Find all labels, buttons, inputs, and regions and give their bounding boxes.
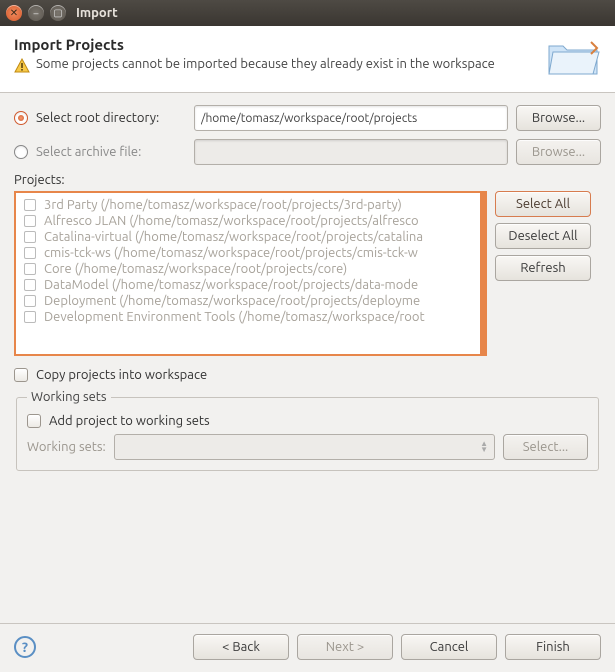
project-label: DataModel (/home/tomasz/workspace/root/p… [44,278,418,292]
project-label: Catalina-virtual (/home/tomasz/workspace… [44,230,423,244]
project-label: Alfresco JLAN (/home/tomasz/workspace/ro… [44,214,419,228]
dialog-body: Import Projects Some projects cannot be … [0,26,615,672]
warning-text: Some projects cannot be imported because… [36,57,495,71]
projects-label: Projects: [14,173,601,187]
chevron-updown-icon: ▲▼ [480,441,488,453]
projects-list[interactable]: 3rd Party (/home/tomasz/workspace/root/p… [14,191,487,356]
list-item[interactable]: 3rd Party (/home/tomasz/workspace/root/p… [18,197,483,213]
close-icon[interactable]: ✕ [6,5,22,21]
archive-label: Select archive file: [36,145,186,159]
workingsets-combo: ▲▼ [114,434,495,460]
footer: ? < Back Next > Cancel Finish [0,623,615,672]
project-checkbox[interactable] [24,263,36,275]
minimize-icon[interactable]: – [28,5,44,21]
root-dir-radio[interactable] [14,111,28,125]
next-button: Next > [297,634,393,660]
browse-archive-button: Browse... [516,139,601,165]
project-checkbox[interactable] [24,295,36,307]
browse-root-button[interactable]: Browse... [516,105,601,131]
cancel-button[interactable]: Cancel [401,634,497,660]
project-label: Core (/home/tomasz/workspace/root/projec… [44,262,347,276]
root-dir-input[interactable] [194,105,508,131]
warning-icon [14,57,30,74]
add-workingset-label: Add project to working sets [49,414,210,428]
workingsets-select-button: Select... [503,434,588,460]
project-checkbox[interactable] [24,231,36,243]
maximize-icon[interactable]: ▢ [50,5,66,21]
finish-button[interactable]: Finish [505,634,601,660]
select-all-button[interactable]: Select All [495,191,591,217]
project-label: 3rd Party (/home/tomasz/workspace/root/p… [44,198,402,212]
list-item[interactable]: Alfresco JLAN (/home/tomasz/workspace/ro… [18,213,483,229]
copy-projects-label: Copy projects into workspace [36,368,207,382]
add-workingset-checkbox[interactable] [27,414,41,428]
project-checkbox[interactable] [24,247,36,259]
project-label: cmis-tck-ws (/home/tomasz/workspace/root… [44,246,418,260]
list-item[interactable]: Deployment (/home/tomasz/workspace/root/… [18,293,483,309]
header: Import Projects Some projects cannot be … [0,26,615,93]
titlebar: ✕ – ▢ Import [0,0,615,26]
copy-projects-checkbox[interactable] [14,368,28,382]
list-item[interactable]: Core (/home/tomasz/workspace/root/projec… [18,261,483,277]
project-label: Deployment (/home/tomasz/workspace/root/… [44,294,420,308]
page-title: Import Projects [14,36,545,53]
back-button[interactable]: < Back [193,634,289,660]
project-checkbox[interactable] [24,279,36,291]
folder-open-icon [545,36,601,84]
list-item[interactable]: cmis-tck-ws (/home/tomasz/workspace/root… [18,245,483,261]
working-sets-group: Working sets Add project to working sets… [16,390,599,471]
list-item[interactable]: Catalina-virtual (/home/tomasz/workspace… [18,229,483,245]
project-checkbox[interactable] [24,215,36,227]
project-label: Development Environment Tools (/home/tom… [44,310,425,324]
refresh-button[interactable]: Refresh [495,255,591,281]
list-item[interactable]: DataModel (/home/tomasz/workspace/root/p… [18,277,483,293]
workingsets-label: Working sets: [27,440,106,454]
project-checkbox[interactable] [24,311,36,323]
working-sets-legend: Working sets [27,390,111,404]
archive-radio[interactable] [14,145,28,159]
deselect-all-button[interactable]: Deselect All [495,223,591,249]
project-checkbox[interactable] [24,199,36,211]
archive-input [194,139,508,165]
root-dir-label: Select root directory: [36,111,186,125]
list-item[interactable]: Development Environment Tools (/home/tom… [18,309,483,325]
help-icon[interactable]: ? [14,636,36,658]
window-title: Import [76,6,118,20]
